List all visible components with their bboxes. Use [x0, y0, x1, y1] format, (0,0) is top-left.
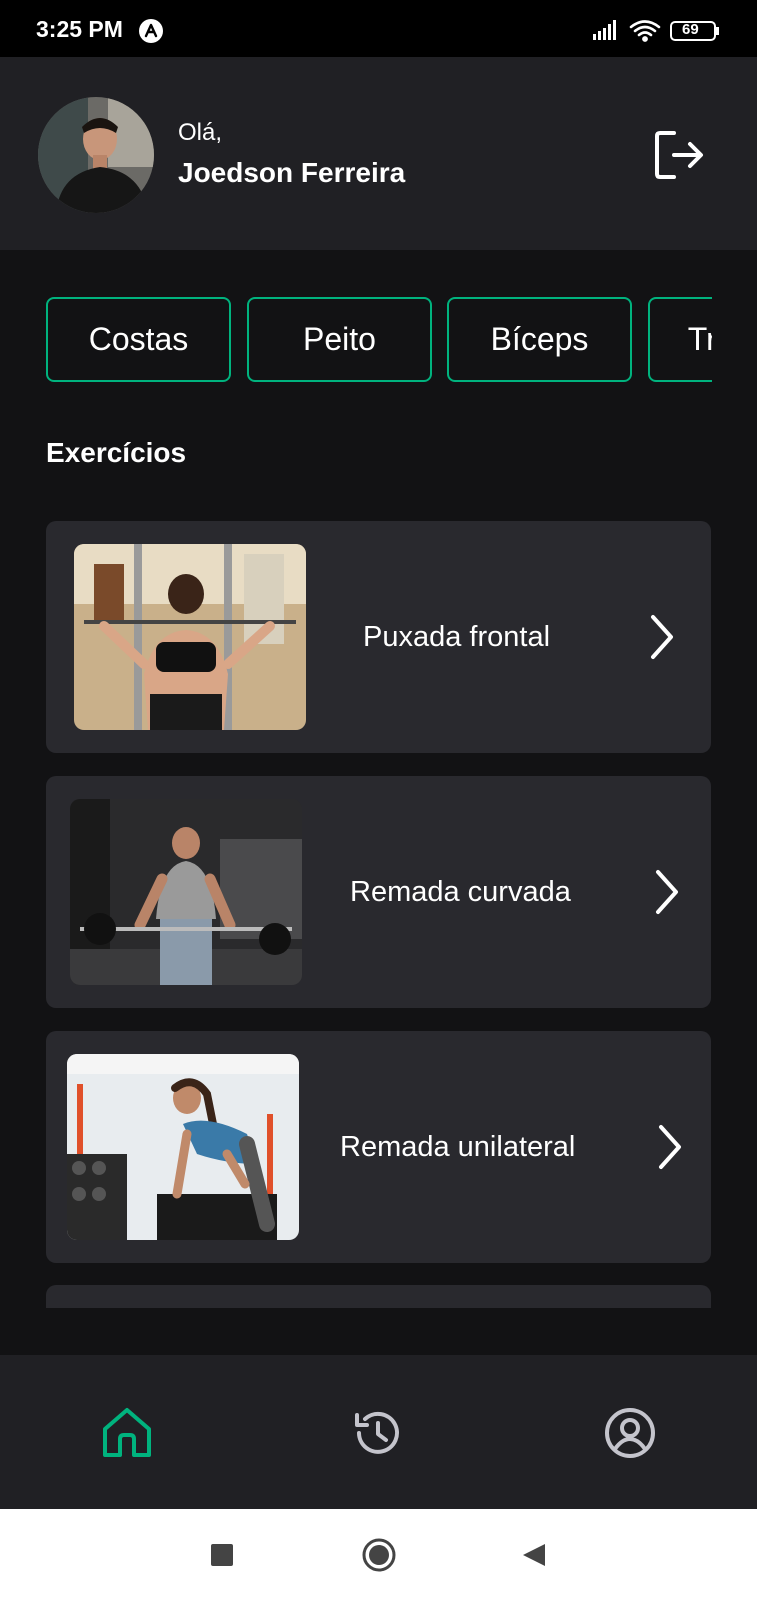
bottom-nav	[0, 1355, 757, 1509]
exercise-card[interactable]: Remada unilateral	[46, 1031, 711, 1263]
recents-button[interactable]	[210, 1543, 234, 1572]
category-biceps-button[interactable]: Bíceps	[447, 297, 632, 382]
exercise-card[interactable]: Puxada frontal	[46, 521, 711, 753]
category-list[interactable]: Costas Peito Bíceps Tríceps	[46, 297, 712, 382]
home-system-button[interactable]	[361, 1537, 397, 1578]
battery-level: 69	[682, 21, 699, 38]
logout-icon	[655, 131, 703, 179]
app-notification-icon	[139, 19, 163, 43]
status-time: 3:25 PM	[36, 16, 123, 42]
chevron-right-icon	[646, 868, 686, 916]
profile-icon	[605, 1408, 655, 1458]
exercise-name: Remada unilateral	[340, 1130, 576, 1163]
history-icon	[355, 1411, 399, 1454]
logout-button[interactable]	[654, 127, 714, 183]
triangle-back-icon	[523, 1544, 545, 1566]
signal-icon	[593, 20, 616, 40]
exercise-name: Remada curvada	[350, 875, 571, 908]
chevron-right-icon	[641, 613, 681, 661]
exercise-name: Puxada frontal	[363, 620, 551, 653]
back-button[interactable]	[521, 1542, 547, 1573]
nav-home-button[interactable]	[99, 1405, 155, 1461]
section-title: Exercícios	[46, 437, 187, 468]
exercise-thumbnail	[74, 544, 306, 730]
header: Olá, Joedson Ferreira	[0, 57, 757, 250]
status-bar: 3:25 PM 69	[0, 0, 757, 57]
exercise-card[interactable]: Remada curvada	[46, 776, 711, 1008]
exercise-thumbnail	[70, 799, 302, 985]
category-triceps-button[interactable]: Tríceps	[648, 297, 712, 382]
nav-history-button[interactable]	[349, 1405, 405, 1461]
square-icon	[211, 1544, 233, 1566]
greeting-text: Olá,	[178, 119, 223, 146]
system-nav-bar	[0, 1509, 757, 1600]
status-indicators: 69	[593, 18, 723, 44]
chevron-right-icon	[649, 1123, 689, 1171]
exercise-thumbnail	[67, 1054, 299, 1240]
category-costas-button[interactable]: Costas	[46, 297, 231, 382]
home-icon	[103, 1408, 151, 1457]
user-name: Joedson Ferreira	[178, 157, 406, 188]
avatar[interactable]	[38, 97, 154, 213]
nav-profile-button[interactable]	[602, 1405, 658, 1461]
exercise-card-partial[interactable]	[46, 1285, 711, 1308]
circle-icon	[362, 1538, 396, 1572]
category-peito-button[interactable]: Peito	[247, 297, 432, 382]
wifi-icon	[629, 20, 661, 42]
